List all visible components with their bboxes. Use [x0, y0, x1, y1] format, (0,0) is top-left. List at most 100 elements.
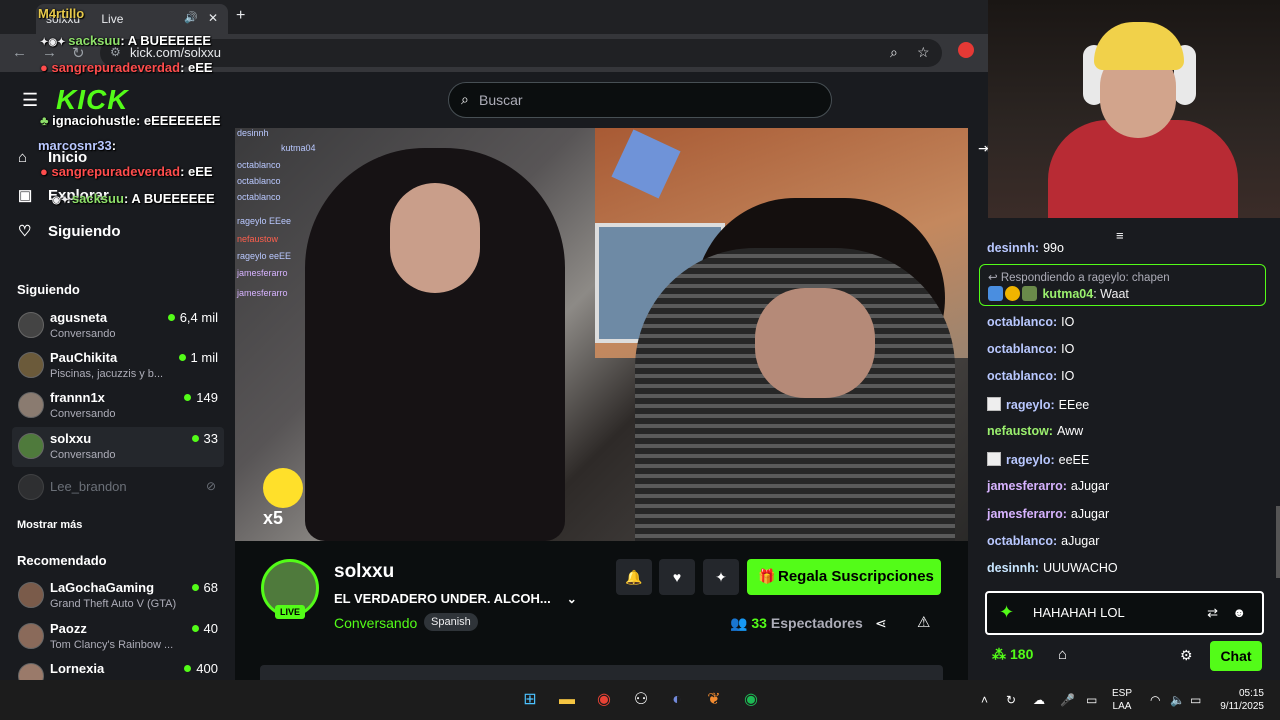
overlay-user: ignaciohustle [52, 113, 136, 128]
zoom-icon[interactable]: ⌕ [890, 44, 898, 61]
video-face-left [390, 183, 480, 293]
recommended-title: Recomendado [17, 553, 107, 568]
battery-icon[interactable]: ▭ [1190, 693, 1201, 707]
file-explorer-icon[interactable]: ▬ [556, 689, 578, 711]
points-value: 180 [1010, 646, 1034, 662]
close-tab-icon[interactable]: ✕ [208, 11, 218, 25]
translate-icon[interactable]: ⇄ [1207, 605, 1218, 621]
new-tab-icon[interactable]: + [236, 7, 245, 25]
overlay-line: M4rtillo [38, 6, 84, 21]
menu-icon[interactable]: ☰ [22, 90, 38, 111]
tray-chevron-icon[interactable]: ˄ [981, 693, 988, 707]
kick-logo[interactable]: KICK [56, 84, 128, 116]
channel-item-offline[interactable]: Lee_brandon ⊘ [12, 468, 224, 508]
sync-icon[interactable]: ↻ [1006, 693, 1016, 707]
chat-message: octablanco: IO [987, 369, 1074, 383]
input-language[interactable]: ESP LAA [1112, 687, 1132, 713]
avatar [18, 663, 44, 680]
chat-username[interactable]: rageylo: [1006, 453, 1055, 467]
app-icon[interactable]: ⚇ [630, 689, 652, 711]
overlay-text: eeEE [269, 251, 292, 261]
pinned-menu-icon[interactable]: ≡ [1116, 228, 1124, 243]
badge-icon: ♣ [40, 113, 53, 128]
reply-icon: ↩ [988, 272, 1001, 284]
chevron-down-icon[interactable]: ⌄ [567, 592, 577, 606]
chat-text: Aww [1056, 424, 1084, 438]
overlay-chat-line: desinnh [237, 128, 269, 138]
chat-username[interactable]: desinnh: [987, 561, 1039, 575]
notification-bell-button[interactable]: 🔔 [616, 559, 652, 595]
cloud-icon[interactable]: ☁ [1033, 693, 1045, 707]
send-chat-button[interactable]: Chat [1210, 641, 1262, 671]
show-more-link[interactable]: Mostrar más [17, 519, 82, 531]
channel-category: Tom Clancy's Rainbow ... [50, 639, 174, 651]
report-warning-icon[interactable]: ⚠ [917, 613, 930, 631]
speaker-icon[interactable]: 🔊 [184, 11, 198, 24]
discord-icon[interactable]: ◐ [666, 689, 688, 711]
chat-username[interactable]: octablanco: [987, 369, 1057, 383]
chat-username[interactable]: jamesferarro: [987, 507, 1067, 521]
wifi-icon[interactable]: ◠ [1150, 693, 1160, 707]
viewer-counter: 👥 33 Espectadores [730, 615, 863, 632]
channel-item[interactable]: PauChikita Piscinas, jacuzzis y b... 1 m… [12, 346, 224, 386]
share-icon[interactable]: ⋖ [875, 615, 887, 632]
channel-item[interactable]: LaGochaGaming Grand Theft Auto V (GTA) 6… [12, 576, 224, 616]
overlay-user: M4rtillo [38, 6, 85, 21]
volume-icon[interactable]: 🔈 [1170, 693, 1185, 707]
address-bar[interactable]: ⚙ kick.com/solxxu [100, 39, 942, 67]
extension-icon[interactable] [958, 42, 974, 58]
sparkle-button[interactable]: ✦ [703, 559, 739, 595]
store-icon[interactable]: ⌂ [1058, 646, 1067, 663]
overlay-chat-line: nefaustow [237, 234, 279, 244]
emote-image [263, 468, 303, 508]
clock[interactable]: 05:15 9/11/2025 [1212, 687, 1264, 713]
chat-input[interactable]: ✦ HAHAHAH LOL ⇄ ☻ [985, 591, 1264, 635]
display-icon[interactable]: ▭ [1086, 693, 1097, 707]
spotify-icon[interactable]: ◉ [740, 689, 762, 711]
channel-item[interactable]: frannn1x Conversando 149 [12, 386, 224, 426]
reply-header[interactable]: ↩ Respondiendo a rageylo: chapen [988, 270, 1170, 284]
channel-item[interactable]: Paozz Tom Clancy's Rainbow ... 40 [12, 617, 224, 657]
windows-start-icon[interactable]: ⊞ [519, 689, 541, 711]
fl-studio-icon[interactable]: ❦ [703, 689, 725, 711]
following-title: Siguiendo [17, 282, 80, 297]
chat-username[interactable]: desinnh: [987, 241, 1039, 255]
webcam-beanie [1094, 22, 1184, 70]
follow-heart-button[interactable]: ♥ [659, 559, 695, 595]
bookmark-star-icon[interactable]: ☆ [917, 44, 930, 61]
chat-message: jamesferarro: aJugar [987, 507, 1109, 521]
channel-name[interactable]: solxxu [334, 561, 394, 583]
chat-username[interactable]: nefaustow: [987, 424, 1053, 438]
sidebar-item-siguiendo[interactable]: ♡ Siguiendo [18, 222, 121, 240]
search-input[interactable]: ⌕ Buscar [448, 82, 832, 118]
overlay-user: rageylo [237, 216, 267, 226]
chat-username[interactable]: jamesferarro: [987, 479, 1067, 493]
chrome-icon[interactable]: ◉ [593, 689, 615, 711]
chat-username[interactable]: kutma04 [1042, 287, 1093, 301]
channel-item[interactable]: Lornexia 400 [12, 657, 224, 680]
channel-points[interactable]: ⁂ 180 [992, 646, 1033, 663]
channel-item[interactable]: agusneta Conversando 6,4 mil [12, 306, 224, 346]
user-badge-icon [987, 397, 1001, 411]
chat-username[interactable]: octablanco: [987, 342, 1057, 356]
channel-name: frannn1x [50, 390, 105, 405]
back-icon[interactable]: ← [12, 44, 27, 61]
channel-name: Paozz [50, 621, 87, 636]
stream-category[interactable]: Conversando [334, 615, 417, 631]
language-tag[interactable]: Spanish [424, 613, 478, 631]
mic-icon[interactable]: 🎤 [1060, 693, 1075, 707]
video-player[interactable]: desinnh kutma04 octablanco octablanco oc… [235, 128, 968, 541]
live-badge: LIVE [275, 605, 306, 619]
chat-username[interactable]: octablanco: [987, 534, 1057, 548]
channel-item-active[interactable]: solxxu Conversando 33 [12, 427, 224, 467]
gear-icon[interactable]: ⚙ [1180, 647, 1193, 664]
chat-username[interactable]: rageylo: [1006, 398, 1055, 412]
viewer-count: 33 [192, 431, 218, 446]
gift-icon: 🎁 [758, 568, 776, 584]
gift-subs-button[interactable]: 🎁 Regala Suscripciones [747, 559, 941, 595]
scrollbar[interactable] [1276, 506, 1280, 578]
emoji-icon[interactable]: ☻ [1232, 605, 1246, 620]
chat-username[interactable]: octablanco: [987, 315, 1057, 329]
overlay-chat-line: jamesferarro [237, 288, 288, 298]
kick-sparkle-icon[interactable]: ✦ [999, 602, 1014, 623]
